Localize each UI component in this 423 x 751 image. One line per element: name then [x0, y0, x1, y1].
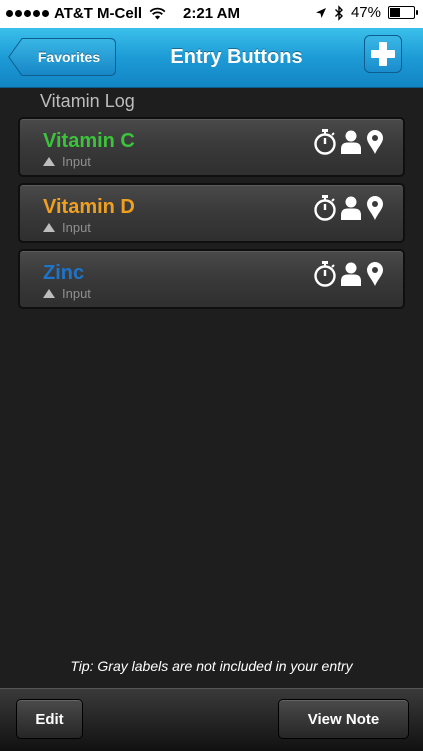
- edit-button[interactable]: Edit: [16, 699, 83, 739]
- favorites-back-button[interactable]: Favorites: [8, 38, 116, 76]
- status-right: 47%: [315, 4, 418, 21]
- nav-bar: Favorites Entry Buttons: [0, 28, 423, 88]
- entry-sublabel-text: Input: [62, 286, 91, 301]
- entry-list-area: Vitamin Log Vitamin C Input Vitamin D In…: [0, 88, 423, 688]
- location-pin-icon[interactable]: [365, 195, 385, 221]
- entry-icons: [313, 261, 385, 287]
- entry-icons: [313, 129, 385, 155]
- person-icon[interactable]: [339, 129, 363, 155]
- location-pin-icon[interactable]: [365, 261, 385, 287]
- bluetooth-icon: [334, 4, 343, 21]
- location-arrow-icon: [315, 7, 326, 18]
- entry-row-zinc[interactable]: Zinc Input: [18, 249, 405, 309]
- battery-icon: [388, 6, 418, 19]
- entry-sublabel: Input: [43, 154, 91, 169]
- stopwatch-icon[interactable]: [313, 261, 337, 287]
- triangle-icon: [43, 289, 55, 298]
- add-button[interactable]: [364, 35, 402, 73]
- tip-text: Tip: Gray labels are not included in you…: [70, 658, 353, 674]
- stopwatch-icon[interactable]: [313, 129, 337, 155]
- triangle-icon: [43, 223, 55, 232]
- entry-name: Vitamin C: [43, 130, 135, 152]
- bottom-toolbar: Edit View Note: [0, 688, 423, 751]
- person-icon[interactable]: [339, 195, 363, 221]
- section-title: Vitamin Log: [40, 91, 135, 111]
- plus-icon: [371, 42, 395, 66]
- battery-fill: [390, 8, 401, 17]
- triangle-icon: [43, 157, 55, 166]
- view-note-button[interactable]: View Note: [278, 699, 409, 739]
- entry-sublabel-text: Input: [62, 154, 91, 169]
- back-button-label: Favorites: [37, 49, 101, 65]
- person-icon[interactable]: [339, 261, 363, 287]
- entry-row-vitamin-d[interactable]: Vitamin D Input: [18, 183, 405, 243]
- entry-icons: [313, 195, 385, 221]
- page-title: Entry Buttons: [170, 46, 303, 68]
- entry-sublabel: Input: [43, 286, 91, 301]
- location-pin-icon[interactable]: [365, 129, 385, 155]
- entry-row-vitamin-c[interactable]: Vitamin C Input: [18, 117, 405, 177]
- entry-name: Zinc: [43, 262, 85, 284]
- stopwatch-icon[interactable]: [313, 195, 337, 221]
- status-bar: AT&T M-Cell 2:21 AM 47%: [0, 0, 423, 28]
- entry-name: Vitamin D: [43, 196, 135, 218]
- entry-sublabel: Input: [43, 220, 91, 235]
- entry-sublabel-text: Input: [62, 220, 91, 235]
- battery-percent: 47%: [350, 4, 381, 21]
